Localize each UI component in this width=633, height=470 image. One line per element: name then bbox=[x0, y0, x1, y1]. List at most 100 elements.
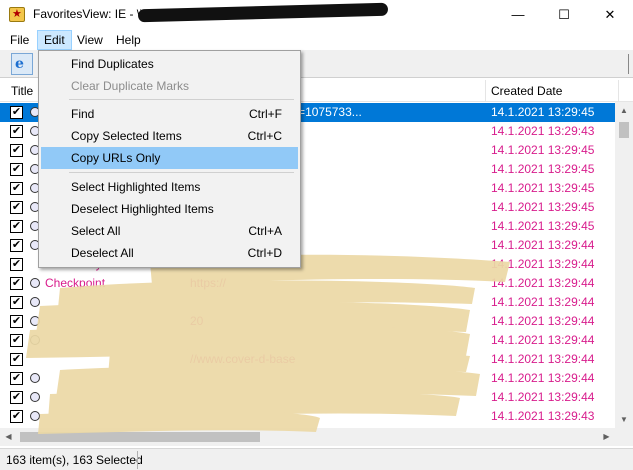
maximize-button[interactable]: ☐ bbox=[541, 0, 587, 30]
menu-bar: File Edit View Help bbox=[0, 30, 633, 50]
menu-item-label: Find bbox=[71, 107, 95, 121]
ie-favorite-icon bbox=[30, 411, 40, 421]
menu-item-deselect-all[interactable]: Deselect All Ctrl+D bbox=[41, 242, 298, 264]
close-button[interactable]: ✕ bbox=[587, 0, 633, 30]
internet-explorer-button[interactable]: e bbox=[11, 53, 33, 75]
row-checkbox[interactable]: ✔ bbox=[10, 182, 23, 195]
vertical-scrollbar[interactable]: ▲ ▼ bbox=[615, 102, 633, 428]
row-created-date: 14.1.2021 13:29:44 bbox=[491, 295, 595, 309]
menu-item-label: Copy Selected Items bbox=[71, 129, 182, 143]
row-checkbox[interactable]: ✔ bbox=[10, 239, 23, 252]
row-checkbox[interactable]: ✔ bbox=[10, 163, 23, 176]
row-checkbox[interactable]: ✔ bbox=[10, 220, 23, 233]
vertical-scroll-thumb[interactable] bbox=[619, 122, 629, 138]
menu-item-label: Select Highlighted Items bbox=[71, 180, 201, 194]
status-bar: 163 item(s), 163 Selected bbox=[0, 448, 633, 470]
row-created-date: 14.1.2021 13:29:45 bbox=[491, 105, 595, 119]
scroll-left-icon[interactable]: ◀ bbox=[0, 428, 17, 446]
menu-item-copy-urls-only[interactable]: Copy URLs Only bbox=[41, 147, 298, 169]
row-checkbox[interactable]: ✔ bbox=[10, 258, 23, 271]
row-checkbox[interactable]: ✔ bbox=[10, 353, 23, 366]
table-row[interactable]: ✔ 14.1.2021 13:29:44 bbox=[0, 369, 615, 388]
menu-item-deselect-highlighted-items[interactable]: Deselect Highlighted Items bbox=[41, 198, 298, 220]
menu-item-select-highlighted-items[interactable]: Select Highlighted Items bbox=[41, 176, 298, 198]
row-created-date: 14.1.2021 13:29:44 bbox=[491, 352, 595, 366]
ie-favorite-icon bbox=[30, 278, 40, 288]
ie-favorite-icon bbox=[30, 297, 40, 307]
window-title: FavoritesView: IE - \\ bbox=[33, 7, 144, 21]
row-checkbox[interactable]: ✔ bbox=[10, 296, 23, 309]
favorites-star-icon bbox=[9, 7, 25, 22]
menu-item-shortcut: Ctrl+F bbox=[249, 107, 282, 121]
menu-file[interactable]: File bbox=[4, 30, 35, 50]
row-checkbox[interactable]: ✔ bbox=[10, 410, 23, 423]
row-checkbox[interactable]: ✔ bbox=[10, 334, 23, 347]
row-created-date: 14.1.2021 13:29:44 bbox=[491, 333, 595, 347]
row-created-date: 14.1.2021 13:29:44 bbox=[491, 238, 595, 252]
row-url: 20 bbox=[190, 314, 204, 328]
row-checkbox[interactable]: ✔ bbox=[10, 125, 23, 138]
ie-favorite-icon bbox=[30, 335, 40, 345]
row-checkbox[interactable]: ✔ bbox=[10, 106, 23, 119]
internet-explorer-icon: e bbox=[15, 56, 24, 72]
scroll-right-icon[interactable]: ▶ bbox=[598, 428, 615, 446]
row-created-date: 14.1.2021 13:29:45 bbox=[491, 181, 595, 195]
row-created-date: 14.1.2021 13:29:44 bbox=[491, 371, 595, 385]
table-row[interactable]: ✔ 14.1.2021 13:29:44 bbox=[0, 388, 615, 407]
column-header-created-date[interactable]: Created Date bbox=[486, 80, 619, 102]
menu-item-label: Copy URLs Only bbox=[71, 151, 161, 165]
scroll-up-icon[interactable]: ▲ bbox=[615, 102, 633, 119]
ie-favorite-icon bbox=[30, 373, 40, 383]
menu-item-clear-duplicate-marks: Clear Duplicate Marks bbox=[41, 75, 298, 97]
ie-favorite-icon bbox=[30, 392, 40, 402]
redacted-path bbox=[137, 2, 389, 23]
scrollbar-corner bbox=[615, 428, 633, 446]
table-row[interactable]: ✔ 20 14.1.2021 13:29:44 bbox=[0, 312, 615, 331]
row-created-date: 14.1.2021 13:29:44 bbox=[491, 314, 595, 328]
row-created-date: 14.1.2021 13:29:45 bbox=[491, 143, 595, 157]
menu-separator bbox=[69, 99, 294, 100]
menu-item-find[interactable]: Find Ctrl+F bbox=[41, 103, 298, 125]
row-created-date: 14.1.2021 13:29:45 bbox=[491, 219, 595, 233]
menu-item-label: Clear Duplicate Marks bbox=[71, 79, 190, 93]
row-created-date: 14.1.2021 13:29:45 bbox=[491, 162, 595, 176]
row-checkbox[interactable]: ✔ bbox=[10, 144, 23, 157]
menu-separator bbox=[69, 172, 294, 173]
table-row[interactable]: ✔ 14.1.2021 13:29:44 bbox=[0, 293, 615, 312]
table-row[interactable]: ✔ 14.1.2021 13:29:43 bbox=[0, 407, 615, 426]
menu-item-shortcut: Ctrl+C bbox=[247, 129, 282, 143]
row-created-date: 14.1.2021 13:29:44 bbox=[491, 390, 595, 404]
row-checkbox[interactable]: ✔ bbox=[10, 277, 23, 290]
table-row[interactable]: ✔ //www.cover-d-base 14.1.2021 13:29:44 bbox=[0, 350, 615, 369]
row-created-date: 14.1.2021 13:29:44 bbox=[491, 276, 595, 290]
menu-view[interactable]: View bbox=[71, 30, 109, 50]
row-created-date: 14.1.2021 13:29:44 bbox=[491, 257, 595, 271]
row-url: //www.cover-d-base bbox=[190, 352, 296, 366]
table-row[interactable]: ✔ 14.1.2021 13:29:44 bbox=[0, 331, 615, 350]
menu-edit[interactable]: Edit bbox=[37, 30, 72, 50]
row-title: Checkpoint bbox=[45, 276, 106, 290]
toolbar-edge bbox=[628, 54, 633, 74]
row-created-date: 14.1.2021 13:29:43 bbox=[491, 409, 595, 423]
status-separator bbox=[137, 451, 138, 469]
row-checkbox[interactable]: ✔ bbox=[10, 372, 23, 385]
row-created-date: 14.1.2021 13:29:43 bbox=[491, 124, 595, 138]
menu-item-label: Deselect All bbox=[71, 246, 134, 260]
menu-item-find-duplicates[interactable]: Find Duplicates bbox=[41, 53, 298, 75]
horizontal-scroll-thumb[interactable] bbox=[20, 432, 260, 442]
menu-item-select-all[interactable]: Select All Ctrl+A bbox=[41, 220, 298, 242]
title-bar: FavoritesView: IE - \\ — ☐ ✕ bbox=[0, 0, 633, 30]
scroll-down-icon[interactable]: ▼ bbox=[615, 411, 633, 428]
menu-item-label: Deselect Highlighted Items bbox=[71, 202, 214, 216]
horizontal-scrollbar[interactable]: ◀ ▶ bbox=[0, 428, 615, 446]
row-checkbox[interactable]: ✔ bbox=[10, 315, 23, 328]
menu-help[interactable]: Help bbox=[110, 30, 147, 50]
menu-item-label: Select All bbox=[71, 224, 121, 238]
ie-favorite-icon bbox=[30, 316, 40, 326]
table-row[interactable]: ✔ Checkpoint https:// 14.1.2021 13:29:44 bbox=[0, 274, 615, 293]
menu-item-copy-selected-items[interactable]: Copy Selected Items Ctrl+C bbox=[41, 125, 298, 147]
minimize-button[interactable]: — bbox=[495, 0, 541, 30]
row-checkbox[interactable]: ✔ bbox=[10, 201, 23, 214]
row-checkbox[interactable]: ✔ bbox=[10, 391, 23, 404]
menu-item-shortcut: Ctrl+A bbox=[248, 224, 282, 238]
